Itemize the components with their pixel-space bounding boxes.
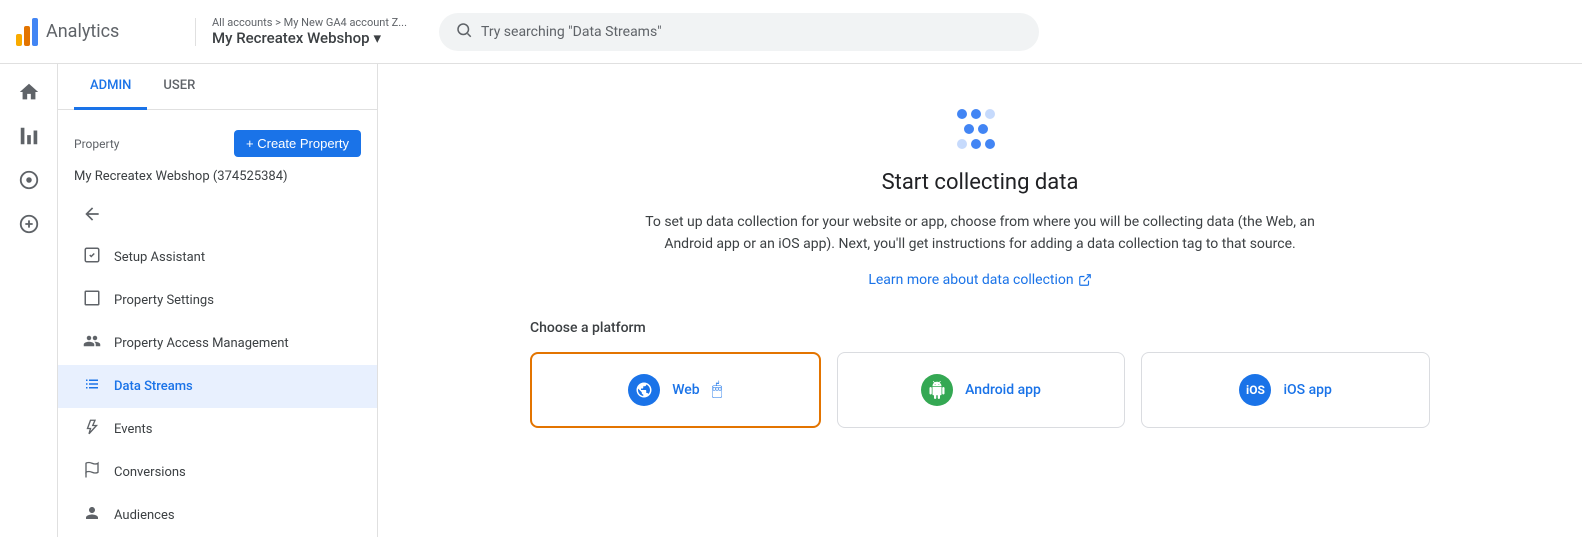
page-title: Start collecting data <box>882 170 1079 195</box>
property-settings-label: Property Settings <box>114 293 214 308</box>
breadcrumb: All accounts > My New GA4 account Z... <box>212 16 407 29</box>
dropdown-arrow-icon: ▾ <box>374 29 382 47</box>
sidebar-content: Property + Create Property My Recreatex … <box>58 110 377 537</box>
tab-admin[interactable]: ADMIN <box>74 64 147 110</box>
ios-label: iOS app <box>1283 382 1331 398</box>
data-collection-icon <box>950 104 1010 154</box>
conversions-icon <box>82 461 102 484</box>
property-access-icon <box>82 332 102 355</box>
analytics-logo-icon <box>16 18 38 46</box>
nav-explore-button[interactable] <box>9 160 49 200</box>
platform-card-web[interactable]: Web 🖱 <box>530 352 821 428</box>
back-arrow-button[interactable] <box>74 196 110 232</box>
sidebar-item-conversions[interactable]: Conversions <box>58 451 377 494</box>
audiences-label: Audiences <box>114 508 175 523</box>
platform-label: Choose a platform <box>530 320 1430 336</box>
create-property-button[interactable]: + Create Property <box>234 130 361 157</box>
nav-advertising-button[interactable] <box>9 204 49 244</box>
main-layout: ADMIN USER Property + Create Property My… <box>0 64 1582 537</box>
search-bar[interactable]: Try searching "Data Streams" <box>439 13 1039 51</box>
nav-home-button[interactable] <box>9 72 49 112</box>
top-header: Analytics All accounts > My New GA4 acco… <box>0 0 1582 64</box>
property-header: Property + Create Property <box>58 122 377 165</box>
conversions-label: Conversions <box>114 465 186 480</box>
sidebar-item-property-access[interactable]: Property Access Management <box>58 322 377 365</box>
data-streams-icon <box>82 375 102 398</box>
property-label: Property <box>74 137 119 151</box>
audiences-icon <box>82 504 102 527</box>
setup-assistant-label: Setup Assistant <box>114 250 205 265</box>
admin-panel: ADMIN USER Property + Create Property My… <box>58 64 378 537</box>
setup-assistant-icon <box>82 246 102 269</box>
property-account-name: My Recreatex Webshop (374525384) <box>58 165 377 192</box>
property-selector[interactable]: My Recreatex Webshop ▾ <box>212 29 407 47</box>
left-nav <box>0 64 58 537</box>
platform-card-ios[interactable]: iOS iOS app <box>1141 352 1430 428</box>
logo-area: Analytics <box>16 18 196 46</box>
events-icon <box>82 418 102 441</box>
android-icon <box>921 374 953 406</box>
tab-user[interactable]: USER <box>147 64 211 110</box>
platform-section: Choose a platform Web 🖱 Android app <box>530 320 1430 428</box>
sidebar-item-events[interactable]: Events <box>58 408 377 451</box>
search-icon <box>455 21 473 43</box>
property-settings-icon <box>82 289 102 312</box>
web-icon <box>628 374 660 406</box>
tabs-row: ADMIN USER <box>58 64 377 110</box>
sidebar-item-property-settings[interactable]: Property Settings <box>58 279 377 322</box>
main-content: Start collecting data To set up data col… <box>378 64 1582 537</box>
property-access-label: Property Access Management <box>114 336 289 351</box>
page-description: To set up data collection for your websi… <box>630 211 1330 256</box>
account-area: All accounts > My New GA4 account Z... M… <box>196 16 423 47</box>
events-label: Events <box>114 422 152 437</box>
platform-card-android[interactable]: Android app <box>837 352 1126 428</box>
learn-more-link[interactable]: Learn more about data collection <box>868 272 1091 288</box>
android-label: Android app <box>965 382 1041 398</box>
platform-cards: Web 🖱 Android app iOS iOS app <box>530 352 1430 428</box>
data-streams-label: Data Streams <box>114 379 193 394</box>
sidebar-item-setup-assistant[interactable]: Setup Assistant <box>58 236 377 279</box>
logo-text: Analytics <box>46 21 119 42</box>
sidebar-item-data-streams[interactable]: Data Streams <box>58 365 377 408</box>
nav-reports-button[interactable] <box>9 116 49 156</box>
search-placeholder: Try searching "Data Streams" <box>481 24 662 40</box>
web-label: Web <box>672 382 699 398</box>
ios-platform-icon: iOS <box>1239 374 1271 406</box>
sidebar-item-audiences[interactable]: Audiences <box>58 494 377 537</box>
cursor-icon: 🖱 <box>712 379 723 400</box>
